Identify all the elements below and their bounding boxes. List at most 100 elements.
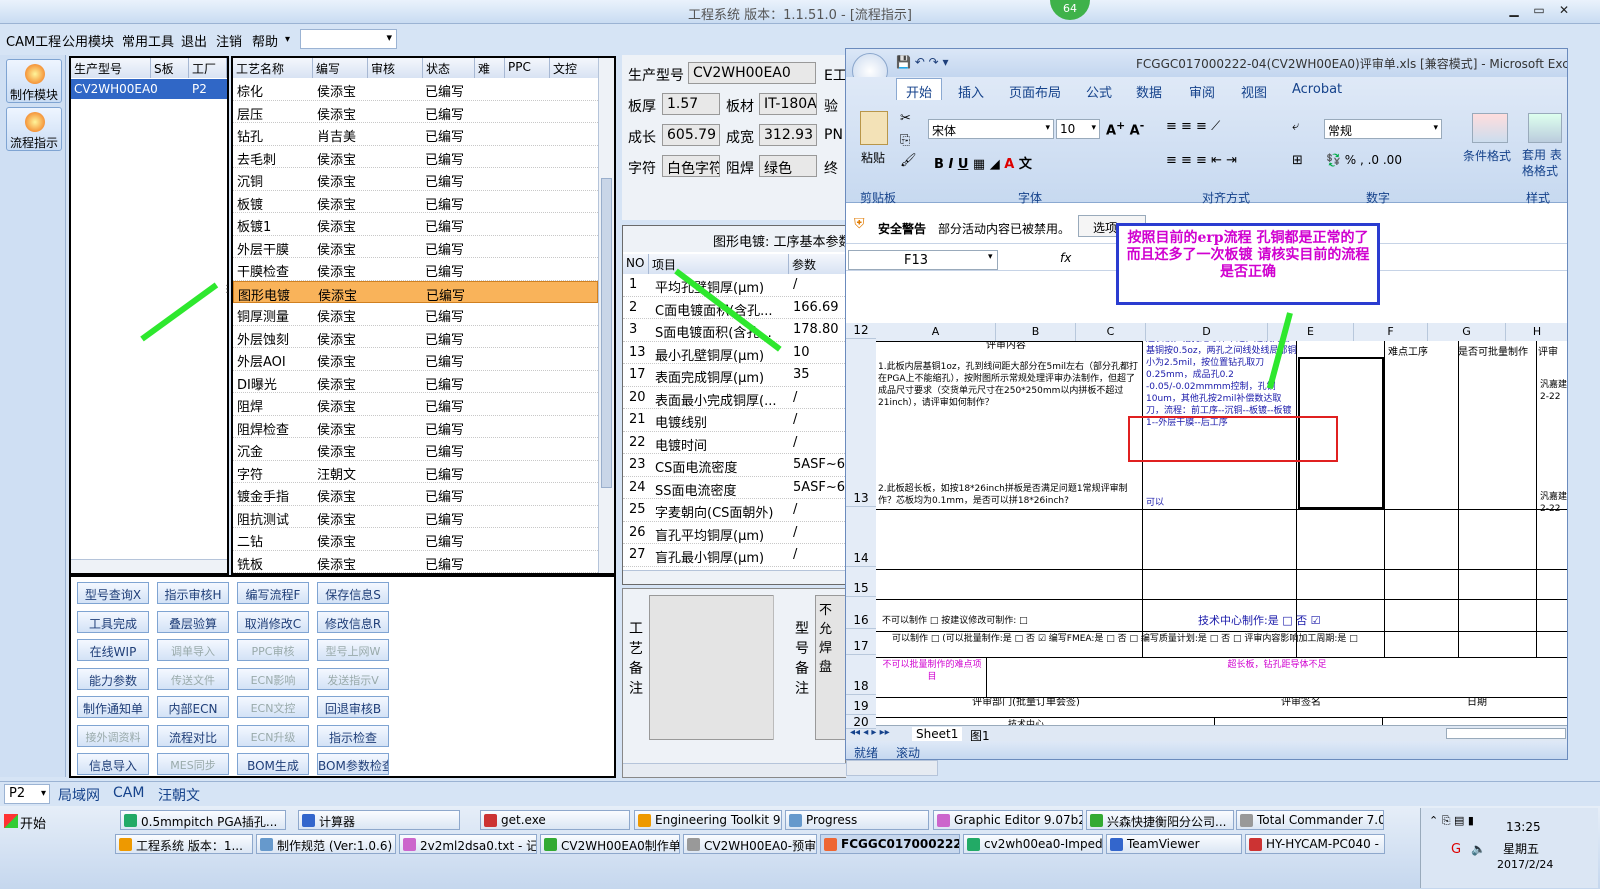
- table-format-icon[interactable]: [1528, 113, 1562, 143]
- paste-icon[interactable]: [860, 111, 888, 145]
- table-row[interactable]: 20 表面最小完成铜厚(... /: [623, 387, 845, 409]
- header-factory[interactable]: 工厂: [189, 58, 227, 78]
- font-format-icons[interactable]: B I U ▦ ◢ A 文: [934, 153, 1032, 172]
- table-row[interactable]: 干膜检查 侯添宝 已编写: [233, 258, 598, 281]
- action-button[interactable]: 指示审核H: [157, 582, 229, 604]
- sidebar-item-make-module[interactable]: 制作模块: [6, 59, 62, 103]
- header-item[interactable]: 项目: [649, 254, 789, 274]
- taskbar-item[interactable]: 工程系统 版本：1...: [115, 834, 253, 854]
- taskbar-item[interactable]: FCGGC017000222-...: [820, 834, 960, 854]
- taskbar-item[interactable]: cv2wh00ea0-Impeda...: [963, 834, 1103, 854]
- tab-data[interactable]: 数据: [1136, 82, 1162, 101]
- model-field[interactable]: CV2WH00EA0: [688, 62, 816, 84]
- cell-e21[interactable]: 评审签名: [1216, 697, 1386, 711]
- taskbar-item[interactable]: Total Commander 7.0 p...: [1236, 810, 1384, 830]
- tab-page-layout[interactable]: 页面布局: [1009, 82, 1061, 101]
- font-name-select[interactable]: 宋体 ▾: [928, 119, 1054, 139]
- cell-a21[interactable]: 评审部门(批量订单会签): [876, 697, 1176, 711]
- cell-a13[interactable]: 1.此板内层基铜1oz，孔到线间距大部分在5mil左右（部分孔都打在PGA上不能…: [878, 361, 1142, 431]
- taskbar-item[interactable]: 0.5mmpitch PGA插孔...: [120, 810, 286, 830]
- table-row[interactable]: 阻抗测试 侯添宝 已编写: [233, 506, 598, 528]
- process-note-textarea[interactable]: [649, 595, 789, 740]
- row-header[interactable]: 15: [846, 567, 876, 597]
- taskbar-item[interactable]: 制作规范 (Ver:1.0.6): [256, 834, 396, 854]
- column-header[interactable]: G: [1428, 323, 1506, 341]
- factory-combo[interactable]: P2 ▾: [4, 784, 50, 804]
- cell-e14[interactable]: 可以: [1146, 497, 1206, 511]
- paste-label[interactable]: 粘贴: [861, 149, 885, 166]
- menu-help[interactable]: 帮助: [252, 31, 278, 50]
- mask-field[interactable]: 绿色: [759, 155, 817, 177]
- table-row[interactable]: 外层AOI 侯添宝 已编写: [233, 348, 598, 371]
- clock-time[interactable]: 13:25: [1506, 820, 1541, 834]
- cell-b19[interactable]: 超长板，钻孔距导体不足: [986, 659, 1567, 673]
- header-doc-control[interactable]: 文控: [550, 58, 600, 78]
- close-icon[interactable]: ✕: [1555, 3, 1573, 19]
- cell-a18-row1[interactable]: 不可以制作 □ 按建议修改可制作: □: [882, 615, 1202, 629]
- char-field[interactable]: 白色字符: [662, 155, 720, 177]
- action-button[interactable]: BOM参数检查: [317, 753, 389, 775]
- scroll-thumb[interactable]: [601, 178, 612, 488]
- header-difficulty[interactable]: 难: [475, 58, 505, 78]
- cell-a19[interactable]: 不可以批量制作的难点项目: [880, 659, 984, 689]
- header-ppc[interactable]: PPC: [505, 58, 550, 78]
- cell-g21[interactable]: 日期: [1386, 697, 1567, 711]
- minimize-icon[interactable]: ▁: [1505, 3, 1523, 19]
- table-row[interactable]: 13 最小孔壁铜厚(μm) 10: [623, 342, 845, 364]
- table-row[interactable]: 17 表面完成铜厚(μm) 35: [623, 364, 845, 387]
- action-button[interactable]: 指示检查: [317, 724, 389, 747]
- table-row[interactable]: 21 电镀线别 /: [623, 409, 845, 432]
- merge-center-icon[interactable]: ⊞: [1292, 153, 1303, 168]
- table-row[interactable]: 棕化 侯添宝 已编写: [233, 78, 598, 101]
- h-scrollbar[interactable]: [1446, 728, 1566, 739]
- menu-common-module[interactable]: 公用模块: [62, 31, 114, 50]
- model-note-textarea[interactable]: 不允 焊盘: [815, 595, 847, 740]
- menu-logout[interactable]: 注销: [216, 31, 242, 50]
- clock-date[interactable]: 2017/2/24: [1497, 858, 1553, 871]
- fx-icon[interactable]: fx: [1060, 251, 1071, 265]
- table-row[interactable]: 字符 汪朝文 已编写: [233, 461, 598, 483]
- table-row[interactable]: 去毛刺 侯添宝 已编写: [233, 146, 598, 168]
- action-button[interactable]: ECN影响: [237, 667, 309, 690]
- chevron-down-icon[interactable]: ▾: [988, 252, 993, 262]
- action-button[interactable]: 保存信息S: [317, 582, 389, 604]
- h-scrollbar[interactable]: [623, 763, 847, 777]
- v-scrollbar[interactable]: [598, 58, 614, 573]
- menu-combo[interactable]: [300, 29, 397, 49]
- table-row[interactable]: 镀金手指 侯添宝 已编写: [233, 483, 598, 506]
- row-header[interactable]: 20: [846, 715, 876, 729]
- font-size-select[interactable]: 10 ▾: [1056, 119, 1100, 139]
- action-button[interactable]: 接外调资料: [77, 724, 149, 747]
- table-row[interactable]: 沉铜 侯添宝 已编写: [233, 168, 598, 191]
- table-row[interactable]: 阻焊 侯添宝 已编写: [233, 393, 598, 416]
- sidebar-item-flow-instruction[interactable]: 流程指示: [6, 107, 62, 151]
- column-header[interactable]: B: [996, 323, 1076, 341]
- row-header[interactable]: 16: [846, 597, 876, 629]
- action-button[interactable]: PPC审核: [237, 639, 309, 661]
- taskbar-item[interactable]: Engineering Toolkit 9.0...: [634, 810, 782, 830]
- header-no[interactable]: NO: [623, 254, 649, 274]
- tab-home[interactable]: 开始: [906, 82, 932, 101]
- tab-acrobat[interactable]: Acrobat: [1292, 82, 1342, 97]
- taskbar-item[interactable]: Graphic Editor 9.07b2 (...: [933, 810, 1083, 830]
- table-row[interactable]: 外层蚀刻 侯添宝 已编写: [233, 326, 598, 348]
- menu-common-tools[interactable]: 常用工具: [122, 31, 174, 50]
- action-button[interactable]: 信息导入: [77, 753, 149, 775]
- table-row[interactable]: DI曝光 侯添宝 已编写: [233, 371, 598, 393]
- column-header[interactable]: H: [1506, 323, 1567, 341]
- taskbar-item[interactable]: CV2WH00EA0-预审...: [683, 834, 817, 854]
- wrap-text-icon[interactable]: ⤶: [1292, 119, 1299, 134]
- quick-access-icon[interactable]: 💾 ↶ ↷ ▾: [896, 55, 949, 69]
- taskbar-item[interactable]: CV2WH00EA0制作单...: [540, 834, 680, 854]
- chevron-down-icon[interactable]: ▾: [285, 34, 290, 45]
- table-row[interactable]: 板镀 侯添宝 已编写: [233, 191, 598, 213]
- column-header[interactable]: F: [1354, 323, 1428, 341]
- action-button[interactable]: BOM生成: [237, 753, 309, 775]
- h-scrollbar[interactable]: [71, 559, 227, 573]
- copy-icon[interactable]: ⎘: [900, 133, 910, 148]
- table-row[interactable]: 3 S面电镀面积(含孔... 178.80: [623, 319, 845, 342]
- v-scrollbar[interactable]: [773, 595, 789, 740]
- header-reviewer[interactable]: 审核: [368, 58, 423, 78]
- table-row[interactable]: 22 电镀时间 /: [623, 432, 845, 454]
- taskbar-item[interactable]: 计算器: [298, 810, 460, 830]
